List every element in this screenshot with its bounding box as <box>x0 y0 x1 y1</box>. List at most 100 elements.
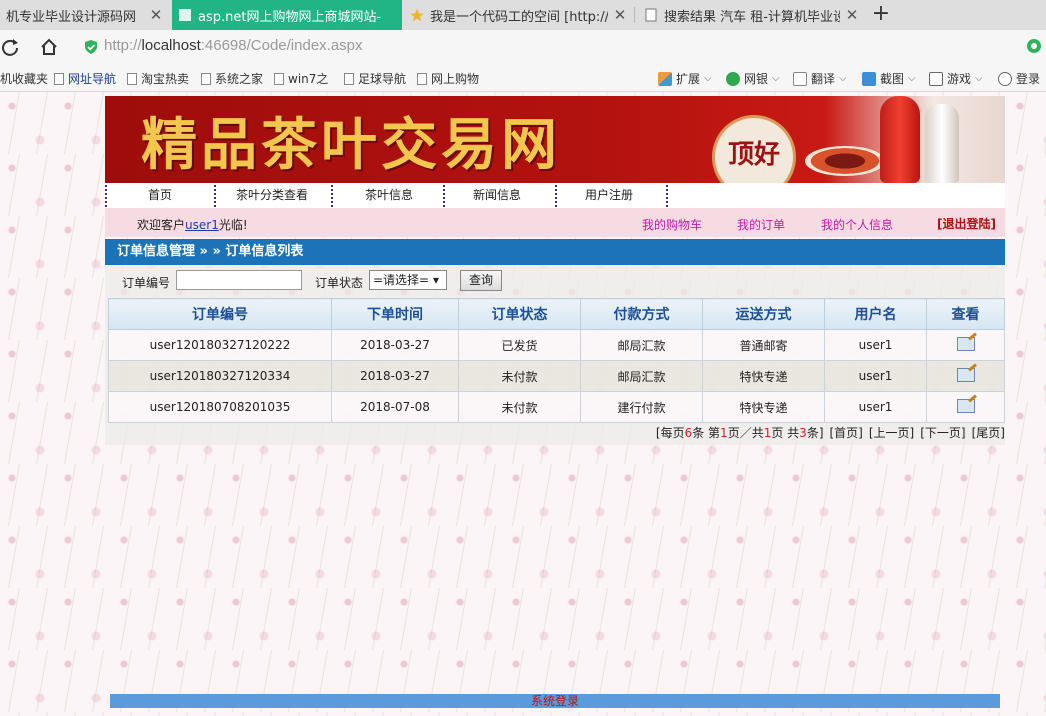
url-field[interactable]: http://localhost:46698/Code/index.aspx <box>104 37 363 54</box>
browser-tab[interactable]: 搜索结果 汽车 租-计算机毕业设 ✕ <box>638 0 866 30</box>
nav-tea-info[interactable]: 茶叶信息 <box>337 183 441 208</box>
order-status-label: 订单状态 <box>315 276 364 290</box>
view-edit-icon[interactable] <box>956 367 975 382</box>
bookmark-label: 系统之家 <box>215 72 264 86</box>
extension-icon[interactable] <box>1026 38 1042 54</box>
my-profile-link[interactable]: 我的个人信息 <box>821 216 893 233</box>
bank-icon <box>726 71 740 86</box>
gamepad-icon <box>929 71 943 86</box>
bookmark-item[interactable]: 机收藏夹 <box>0 70 48 87</box>
cell-payment: 邮局汇款 <box>580 360 703 392</box>
bookmarks-bar: 机收藏夹 网址导航 淘宝热卖 系统之家 win7之 足球导航 网上购物 扩展 网… <box>0 65 1046 92</box>
cell-username: user1 <box>824 360 927 392</box>
document-icon <box>274 72 284 85</box>
first-page-link[interactable]: [首页] <box>830 426 863 440</box>
browser-tab[interactable]: 机专业毕业设计源码网 ✕ <box>0 0 170 30</box>
cell-order-date: 2018-07-08 <box>331 391 459 423</box>
url-scheme: http:// <box>104 37 142 54</box>
menu-label: 游戏 <box>947 72 972 86</box>
food-dish-image <box>805 146 885 176</box>
games-menu[interactable]: 游戏 <box>929 70 983 87</box>
bookmark-item[interactable]: 系统之家 <box>201 70 263 87</box>
bookmark-item[interactable]: 网上购物 <box>417 70 479 87</box>
cart-link[interactable]: 我的购物车 <box>642 216 702 233</box>
order-no-input[interactable] <box>176 270 302 290</box>
tab-title: 机专业毕业设计源码网 <box>6 9 137 25</box>
my-orders-link[interactable]: 我的订单 <box>737 216 785 233</box>
pager-text: 页 共 <box>771 426 800 440</box>
pager-total: 3 <box>799 426 807 440</box>
last-page-link[interactable]: [尾页] <box>972 426 1005 440</box>
document-icon <box>54 72 64 85</box>
column-header: 下单时间 <box>331 298 459 330</box>
view-edit-icon[interactable] <box>956 398 975 413</box>
bookmark-item[interactable]: win7之 <box>274 70 328 87</box>
order-no-label: 订单编号 <box>122 276 171 290</box>
next-page-link[interactable]: [下一页] <box>920 426 965 440</box>
column-header: 订单状态 <box>458 298 581 330</box>
url-path: :46698/Code/index.aspx <box>200 37 363 54</box>
bookmark-item[interactable]: 足球导航 <box>344 70 406 87</box>
view-edit-icon[interactable] <box>956 336 975 351</box>
nav-home[interactable]: 首页 <box>115 183 205 208</box>
page-icon <box>179 9 191 21</box>
tab-title: 我是一个代码工的空间 [http://2 <box>430 9 608 25</box>
browser-tab-active[interactable]: asp.net网上购物网上商城网站- <box>172 0 402 30</box>
nav-divider <box>555 185 557 207</box>
cell-shipping: 特快专递 <box>702 360 825 392</box>
nav-tea-categories[interactable]: 茶叶分类查看 <box>220 183 324 208</box>
logout-link[interactable]: [退出登陆] <box>937 215 996 232</box>
bank-menu[interactable]: 网银 <box>726 70 780 87</box>
browser-tab[interactable]: 我是一个代码工的空间 [http://2 ✕ <box>404 0 634 30</box>
cell-view <box>926 360 1005 392</box>
extensions-menu[interactable]: 扩展 <box>658 70 712 87</box>
query-button[interactable]: 查询 <box>460 270 502 291</box>
nav-register[interactable]: 用户注册 <box>561 183 657 208</box>
nav-divider <box>666 185 668 207</box>
cell-order-date: 2018-03-27 <box>331 329 459 361</box>
prev-page-link[interactable]: [上一页] <box>869 426 914 440</box>
nav-divider <box>331 185 333 207</box>
bookmark-label: 机收藏夹 <box>0 72 49 86</box>
orders-panel: 订单编号 订单状态 =请选择= ▾ 查询 订单编号 下单时间 订单状态 付款方式… <box>105 265 1005 445</box>
pager-page: 1 <box>720 426 728 440</box>
menu-label: 登录 <box>1016 72 1041 86</box>
close-icon[interactable]: ✕ <box>844 6 860 24</box>
new-tab-button[interactable]: + <box>870 0 892 30</box>
nav-divider <box>105 185 107 207</box>
user-icon <box>998 71 1012 86</box>
table-row: user120180708201035 2018-07-08 未付款 建行付款 … <box>108 391 1005 423</box>
reload-icon[interactable] <box>0 37 20 57</box>
translate-menu[interactable]: 翻译 <box>793 70 847 87</box>
bottle-image <box>925 104 959 183</box>
url-host: localhost <box>141 37 201 54</box>
breadcrumb: 订单信息管理 » » 订单信息列表 <box>117 244 304 259</box>
cell-username: user1 <box>824 329 927 361</box>
cell-order-no: user120180327120222 <box>108 329 332 361</box>
screenshot-menu[interactable]: 截图 <box>862 70 916 87</box>
cell-view <box>926 391 1005 423</box>
tab-title: asp.net网上购物网上商城网站- <box>198 9 382 25</box>
system-login-link[interactable]: 系统登录 <box>110 694 1000 708</box>
close-icon[interactable]: ✕ <box>148 6 164 24</box>
bookmark-label: 网址导航 <box>68 72 117 86</box>
welcome-message: 欢迎客户user1光临! <box>137 216 248 233</box>
nav-news[interactable]: 新闻信息 <box>449 183 545 208</box>
security-shield-icon <box>85 40 97 54</box>
bookmark-item[interactable]: 网址导航 <box>54 70 116 87</box>
order-status-select[interactable]: =请选择= ▾ <box>369 270 447 290</box>
nav-divider <box>214 185 216 207</box>
banner-badge: 顶好 <box>712 115 796 183</box>
site-banner: 精品茶叶交易网 顶好 <box>105 96 1005 183</box>
document-icon <box>201 72 211 85</box>
cell-order-date: 2018-03-27 <box>331 360 459 392</box>
home-icon[interactable] <box>39 37 59 57</box>
column-header: 付款方式 <box>580 298 703 330</box>
close-icon[interactable]: ✕ <box>612 6 628 24</box>
bookmark-item[interactable]: 淘宝热卖 <box>127 70 189 87</box>
pager-text: 条 第 <box>692 426 721 440</box>
dropdown-arrow-icon: ▾ <box>432 273 439 287</box>
scissors-icon <box>862 71 876 86</box>
login-menu[interactable]: 登录 <box>998 70 1040 87</box>
table-row: user120180327120222 2018-03-27 已发货 邮局汇款 … <box>108 329 1005 361</box>
